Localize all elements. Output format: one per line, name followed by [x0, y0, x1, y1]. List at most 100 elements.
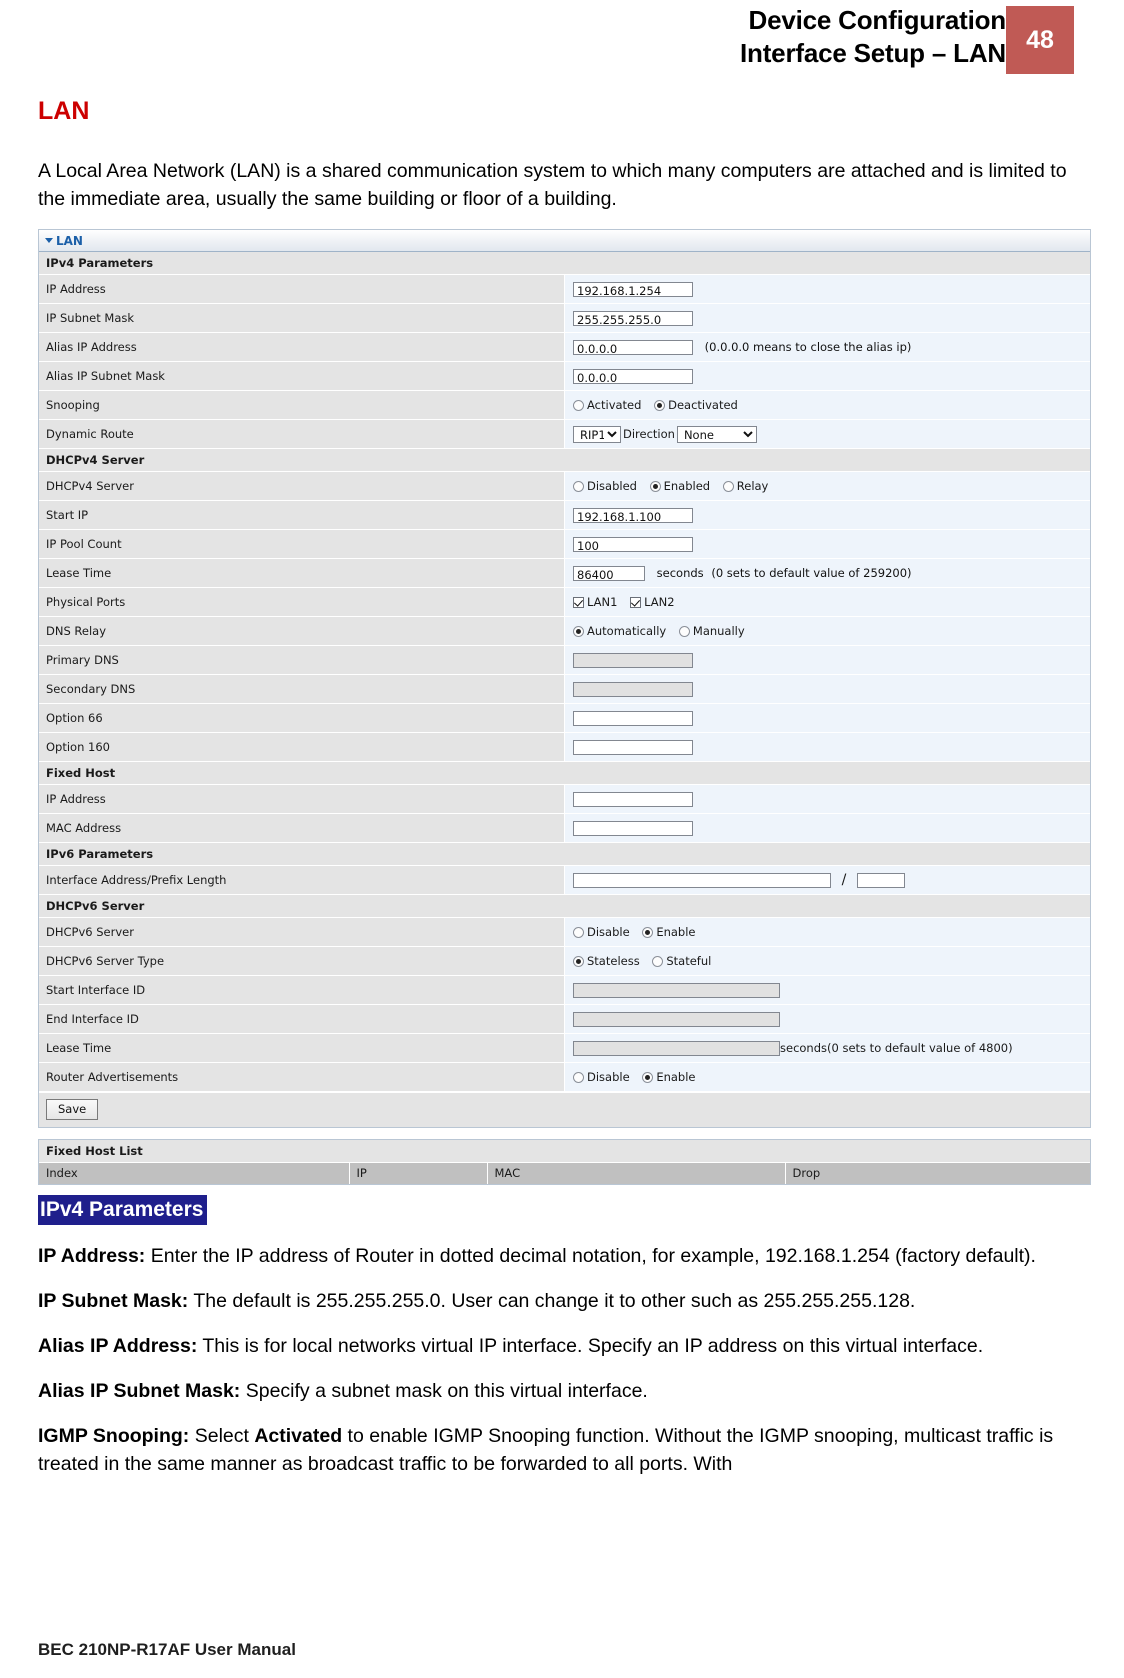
input-option-66[interactable]: [573, 710, 693, 726]
description-ip-address: IP Address: Enter the IP address of Rout…: [38, 1242, 1086, 1270]
radio-icon-stateless[interactable]: [573, 956, 584, 968]
input-fixed-host-mac[interactable]: [573, 820, 693, 836]
group-label-fixed-host: Fixed Host: [39, 761, 1090, 785]
radio-ra-disable[interactable]: Disable: [573, 1070, 630, 1084]
radio-icon-dhcpv6-enable[interactable]: [642, 927, 654, 939]
select-dynamic-route-rip[interactable]: RIP1: [573, 425, 621, 443]
label-ip-subnet-mask: IP Subnet Mask: [39, 303, 565, 333]
radio-label-dns-automatically: Automatically: [587, 624, 667, 639]
radio-icon-stateful[interactable]: [652, 956, 664, 968]
lan-panel-header[interactable]: LAN: [39, 230, 1090, 252]
checkbox-label-lan2: LAN2: [644, 595, 675, 610]
radio-ra-enable[interactable]: Enable: [642, 1070, 696, 1084]
radio-icon-dhcpv4-enabled[interactable]: [649, 481, 661, 493]
lan-panel-title-label: LAN: [56, 233, 83, 248]
radio-snooping-activated[interactable]: Activated: [573, 398, 641, 412]
label-interface-address-prefix: Interface Address/Prefix Length: [39, 865, 565, 895]
radio-label-dhcpv4-enabled: Enabled: [663, 479, 711, 494]
radio-dhcpv6-enable[interactable]: Enable: [642, 925, 696, 939]
intro-paragraph: A Local Area Network (LAN) is a shared c…: [38, 160, 1067, 210]
description-emphasis-activated: Activated: [254, 1425, 343, 1447]
input-option-160[interactable]: [573, 739, 693, 755]
row-start-interface-id: Start Interface ID: [39, 975, 1090, 1005]
row-interface-address-prefix: Interface Address/Prefix Length /: [39, 865, 1090, 895]
column-header-ip: IP: [349, 1163, 488, 1184]
row-snooping: Snooping Activated Deactivated: [39, 390, 1090, 420]
radio-icon-dhcpv4-relay[interactable]: [722, 481, 734, 493]
description-term-igmp-snooping: IGMP Snooping:: [38, 1425, 190, 1447]
input-prefix-length[interactable]: [857, 872, 906, 888]
label-dynamic-route: Dynamic Route: [39, 419, 565, 449]
input-alias-ip-address[interactable]: 0.0.0.0: [573, 339, 693, 356]
row-dhcpv6-server-type: DHCPv6 Server Type Stateless Stateful: [39, 946, 1090, 976]
radio-dns-relay-manually[interactable]: Manually: [678, 624, 745, 638]
description-text-alias-ip-subnet-mask: Specify a subnet mask on this virtual in…: [240, 1380, 648, 1402]
radio-dhcpv4-enabled[interactable]: Enabled: [649, 479, 711, 494]
label-end-interface-id: End Interface ID: [39, 1004, 565, 1034]
description-term-alias-ip-address: Alias IP Address:: [38, 1335, 198, 1357]
input-start-ip[interactable]: 192.168.1.100: [573, 507, 693, 524]
checkbox-lan1[interactable]: LAN1: [573, 595, 617, 609]
radio-icon-ra-disable[interactable]: [573, 1072, 584, 1084]
radio-icon-activated[interactable]: [573, 400, 584, 412]
input-ip-pool-count[interactable]: 100: [573, 536, 693, 553]
radio-icon-dhcpv4-disabled[interactable]: [573, 481, 584, 493]
input-primary-dns[interactable]: [573, 652, 693, 668]
radio-icon-dhcpv6-disable[interactable]: [573, 927, 584, 939]
radio-dhcpv6-stateless[interactable]: Stateless: [573, 954, 640, 968]
label-start-ip: Start IP: [39, 500, 565, 530]
input-alias-ip-subnet-mask[interactable]: 0.0.0.0: [573, 368, 693, 385]
header-title-line1: Device Configuration: [748, 5, 1007, 35]
row-ip-address: IP Address 192.168.1.254: [39, 274, 1090, 304]
label-option-66: Option 66: [39, 703, 565, 733]
fixed-host-list-panel: Fixed Host List Index IP MAC Drop: [38, 1139, 1091, 1185]
input-fixed-host-ip[interactable]: [573, 791, 693, 807]
label-router-advertisements: Router Advertisements: [39, 1062, 565, 1092]
group-header-dhcpv4-server: DHCPv4 Server: [39, 448, 1090, 472]
group-header-dhcpv6-server: DHCPv6 Server: [39, 894, 1090, 918]
radio-dns-relay-automatically[interactable]: Automatically: [573, 624, 666, 638]
select-dynamic-route-direction[interactable]: None: [676, 425, 757, 443]
label-fixed-host-mac: MAC Address: [39, 813, 565, 843]
fixed-host-list-title: Fixed Host List: [39, 1140, 1090, 1163]
input-end-interface-id[interactable]: [573, 1011, 780, 1027]
save-button[interactable]: Save: [46, 1099, 99, 1120]
input-start-interface-id[interactable]: [573, 982, 780, 998]
row-option-160: Option 160: [39, 732, 1090, 762]
router-ui-screenshot: LAN IPv4 Parameters IP Address 192.168.1…: [38, 229, 1091, 1185]
label-lease-time-v4: Lease Time: [39, 558, 565, 588]
checkbox-lan2[interactable]: LAN2: [630, 595, 675, 610]
row-start-ip: Start IP 192.168.1.100: [39, 500, 1090, 530]
row-alias-ip-subnet-mask: Alias IP Subnet Mask 0.0.0.0: [39, 361, 1090, 391]
label-dns-relay: DNS Relay: [39, 616, 565, 646]
group-label-dhcpv4-server: DHCPv4 Server: [39, 448, 1090, 472]
description-igmp-snooping: IGMP Snooping: Select Activated to enabl…: [38, 1422, 1086, 1478]
input-lease-time-v6[interactable]: [573, 1040, 780, 1056]
checkbox-icon-lan1[interactable]: [573, 597, 584, 609]
row-secondary-dns: Secondary DNS: [39, 674, 1090, 704]
radio-dhcpv6-disable[interactable]: Disable: [573, 925, 630, 939]
hint-alias-ip-address: (0.0.0.0 means to close the alias ip): [704, 340, 912, 354]
group-header-fixed-host: Fixed Host: [39, 761, 1090, 785]
radio-dhcpv6-stateful[interactable]: Stateful: [652, 954, 711, 968]
radio-icon-deactivated[interactable]: [654, 400, 666, 412]
footer-text: BEC 210NP-R17AF User Manual: [38, 1640, 296, 1659]
input-ip-address[interactable]: 192.168.1.254: [573, 281, 693, 298]
radio-icon-dns-automatically[interactable]: [573, 626, 584, 638]
radio-dhcpv4-relay[interactable]: Relay: [722, 479, 768, 493]
radio-dhcpv4-disabled[interactable]: Disabled: [573, 479, 637, 493]
row-dhcpv4-server: DHCPv4 Server Disabled Enabled Relay: [39, 471, 1090, 501]
radio-snooping-deactivated[interactable]: Deactivated: [654, 398, 738, 412]
checkbox-label-lan1: LAN1: [587, 595, 618, 610]
caret-down-icon[interactable]: [45, 238, 53, 243]
radio-label-ra-disable: Disable: [587, 1070, 630, 1085]
input-lease-time-v4[interactable]: 86400: [573, 565, 645, 582]
input-ip-subnet-mask[interactable]: 255.255.255.0: [573, 310, 693, 327]
checkbox-icon-lan2[interactable]: [630, 597, 642, 609]
input-interface-address[interactable]: [573, 872, 831, 888]
radio-icon-dns-manually[interactable]: [678, 626, 690, 638]
radio-icon-ra-enable[interactable]: [642, 1072, 654, 1084]
description-term-ip-address: IP Address:: [38, 1245, 146, 1267]
label-physical-ports: Physical Ports: [39, 587, 565, 617]
input-secondary-dns[interactable]: [573, 681, 693, 697]
